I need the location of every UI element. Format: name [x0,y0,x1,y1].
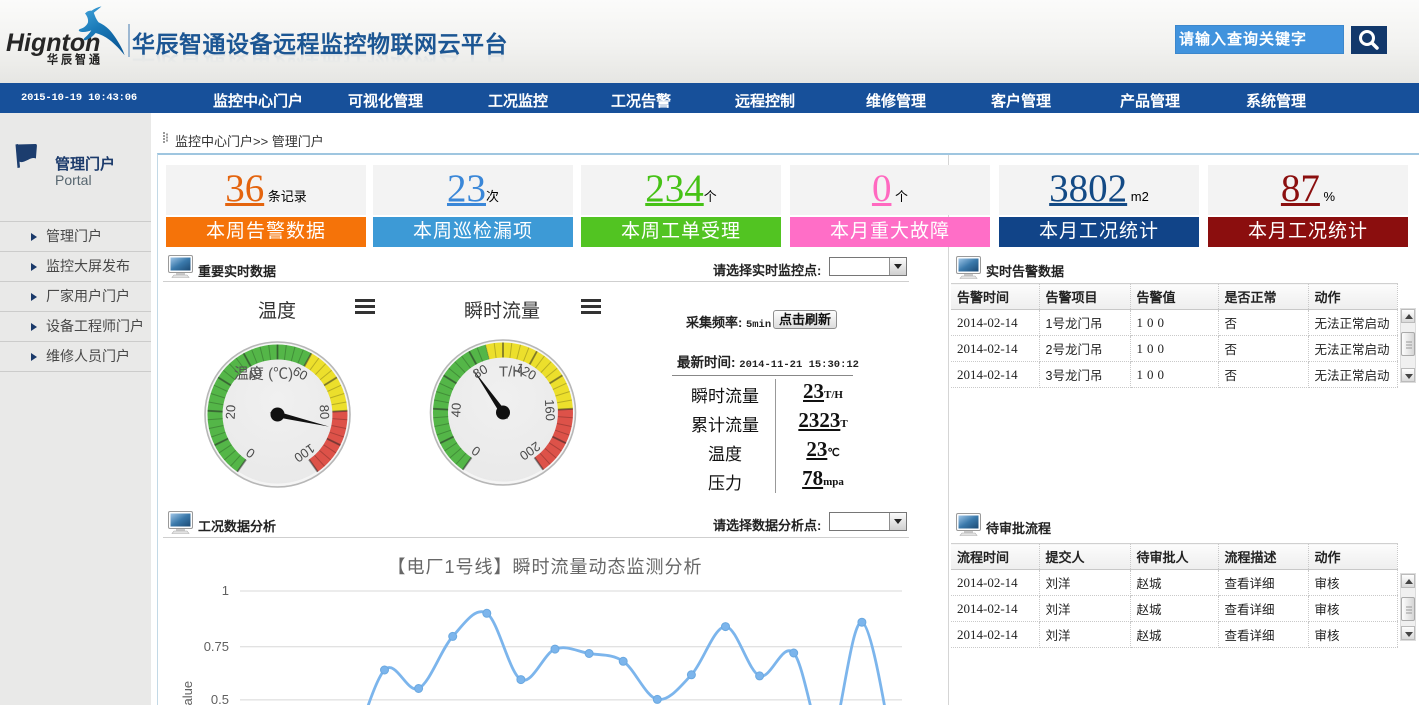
svg-text:160: 160 [542,399,558,421]
svg-text:1: 1 [222,583,229,598]
svg-text:value: value [180,681,195,705]
svg-text:温度 (℃): 温度 (℃) [234,365,293,382]
svg-text:0.75: 0.75 [204,639,229,654]
svg-text:80: 80 [317,404,333,419]
svg-text:0.5: 0.5 [211,692,229,705]
svg-text:T/H: T/H [499,363,523,380]
svg-text:40: 40 [448,402,464,417]
svg-text:20: 20 [223,404,239,419]
